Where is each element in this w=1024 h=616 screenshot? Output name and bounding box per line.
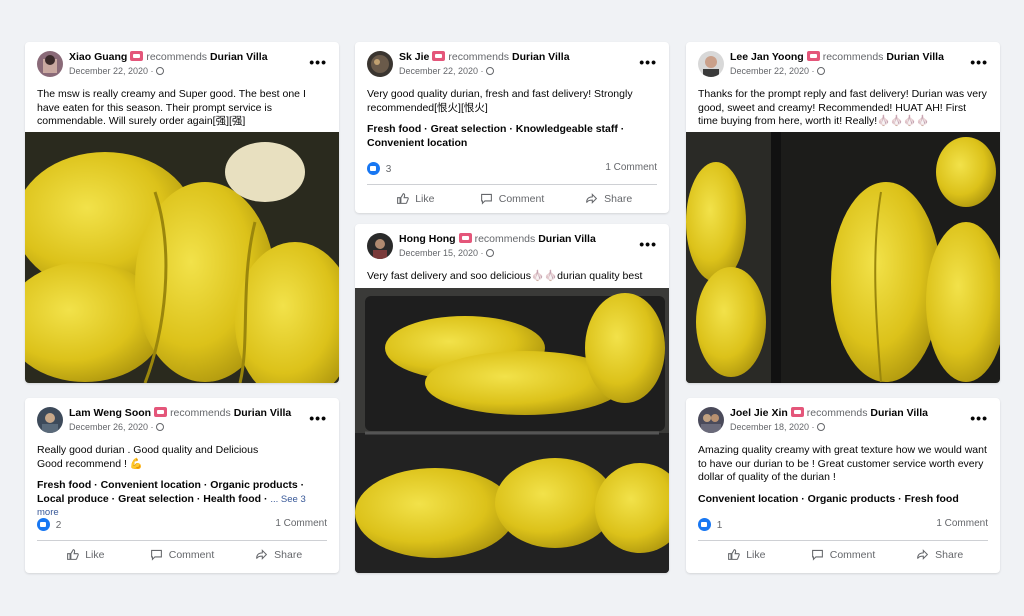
recommends-text: recommends (806, 407, 868, 419)
comment-count[interactable]: 1 Comment (936, 518, 988, 529)
recommend-icon (130, 51, 144, 61)
share-icon (585, 192, 598, 205)
more-options-icon[interactable]: ••• (970, 410, 988, 426)
author-name[interactable]: Hong Hong (399, 233, 456, 245)
author-name[interactable]: Joel Jie Xin (730, 407, 788, 419)
page-name-link[interactable]: Durian Villa (512, 51, 570, 63)
durian-photo[interactable] (355, 288, 669, 573)
more-options-icon[interactable]: ••• (309, 54, 327, 70)
post-text: The msw is really creamy and Super good.… (37, 88, 306, 127)
share-icon (916, 548, 929, 561)
avatar[interactable] (698, 407, 724, 433)
like-reaction-icon[interactable] (37, 518, 50, 531)
share-button[interactable]: Share (891, 541, 988, 568)
author-name[interactable]: Lam Weng Soon (69, 407, 151, 419)
globe-icon (485, 249, 494, 257)
share-button[interactable]: Share (230, 541, 327, 568)
page-name-link[interactable]: Durian Villa (538, 233, 596, 245)
avatar[interactable] (367, 233, 393, 259)
like-icon (66, 548, 79, 561)
avatar[interactable] (37, 51, 63, 77)
post-date[interactable]: December 22, 2020 · (399, 66, 484, 76)
post-card: Sk Jie recommends Durian Villa December 2… (355, 42, 669, 213)
like-reaction-icon[interactable] (367, 162, 380, 175)
author-name[interactable]: Xiao Guang (69, 51, 127, 63)
recommend-icon (432, 51, 446, 61)
post-date[interactable]: December 26, 2020 · (69, 422, 154, 432)
comment-button[interactable]: Comment (795, 541, 892, 568)
comment-button[interactable]: Comment (134, 541, 231, 568)
like-reaction-icon[interactable] (698, 518, 711, 531)
post-card: Joel Jie Xin recommends Durian Villa Dece… (686, 398, 1000, 573)
author-name[interactable]: Lee Jan Yoong (730, 51, 804, 63)
globe-icon (816, 423, 825, 431)
comment-icon (480, 192, 493, 205)
post-card: Lam Weng Soon recommends Durian Villa Dec… (25, 398, 339, 573)
comment-icon (150, 548, 163, 561)
globe-icon (816, 67, 825, 75)
globe-icon (155, 67, 164, 75)
page-name-link[interactable]: Durian Villa (234, 407, 292, 419)
recommends-text: recommends (448, 51, 510, 63)
post-date[interactable]: December 15, 2020 · (399, 248, 484, 258)
like-button[interactable]: Like (367, 185, 464, 212)
recommend-icon (458, 233, 472, 243)
post-card: Lee Jan Yoong recommends Durian Villa Dec… (686, 42, 1000, 383)
page-name-link[interactable]: Durian Villa (886, 51, 944, 63)
recommend-icon (806, 51, 820, 61)
recommendation-tags: Fresh food · Great selection · Knowledge… (367, 123, 625, 149)
share-icon (255, 548, 268, 561)
post-text: Thanks for the prompt reply and fast del… (698, 88, 987, 127)
recommends-text: recommends (474, 233, 536, 245)
comment-button[interactable]: Comment (464, 185, 561, 212)
like-button[interactable]: Like (37, 541, 134, 568)
reactions-bar: 3 1 Comment (367, 162, 657, 180)
post-date[interactable]: December 22, 2020 · (730, 66, 815, 76)
avatar[interactable] (37, 407, 63, 433)
recommends-text: recommends (822, 51, 884, 63)
more-options-icon[interactable]: ••• (970, 54, 988, 70)
page-name-link[interactable]: Durian Villa (210, 51, 268, 63)
comment-count[interactable]: 1 Comment (275, 518, 327, 529)
like-count[interactable]: 2 (56, 520, 62, 531)
durian-photo[interactable] (25, 132, 339, 383)
recommendation-tags: Convenient location · Organic products ·… (698, 492, 959, 505)
post-text: Really good durian . Good quality and De… (37, 444, 259, 470)
reactions-bar: 1 1 Comment (698, 518, 988, 536)
like-button[interactable]: Like (698, 541, 795, 568)
globe-icon (485, 67, 494, 75)
globe-icon (155, 423, 164, 431)
recommendation-tags: Fresh food · Convenient location · Organ… (37, 479, 306, 518)
durian-photo[interactable] (686, 132, 1000, 383)
recommend-icon (790, 407, 804, 417)
comment-count[interactable]: 1 Comment (605, 162, 657, 173)
share-button[interactable]: Share (560, 185, 657, 212)
post-text: Very good quality durian, fresh and fast… (367, 88, 633, 114)
page-name-link[interactable]: Durian Villa (870, 407, 928, 419)
like-count[interactable]: 3 (386, 164, 392, 175)
post-text: Amazing quality creamy with great textur… (698, 444, 987, 483)
post-date[interactable]: December 22, 2020 · (69, 66, 154, 76)
like-icon (396, 192, 409, 205)
comment-icon (811, 548, 824, 561)
post-card: Xiao Guang recommends Durian Villa Decemb… (25, 42, 339, 383)
like-icon (727, 548, 740, 561)
recommend-icon (154, 407, 168, 417)
recommends-text: recommends (146, 51, 208, 63)
recommends-text: recommends (170, 407, 231, 419)
post-text: Very fast delivery and soo delicious🧄🧄du… (367, 270, 643, 282)
reactions-bar: 2 1 Comment (37, 518, 327, 536)
more-options-icon[interactable]: ••• (309, 410, 327, 426)
avatar[interactable] (698, 51, 724, 77)
avatar[interactable] (367, 51, 393, 77)
more-options-icon[interactable]: ••• (639, 54, 657, 70)
more-options-icon[interactable]: ••• (639, 236, 657, 252)
post-card: Hong Hong recommends Durian Villa Decembe… (355, 224, 669, 573)
like-count[interactable]: 1 (717, 520, 723, 531)
author-name[interactable]: Sk Jie (399, 51, 429, 63)
post-date[interactable]: December 18, 2020 · (730, 422, 815, 432)
